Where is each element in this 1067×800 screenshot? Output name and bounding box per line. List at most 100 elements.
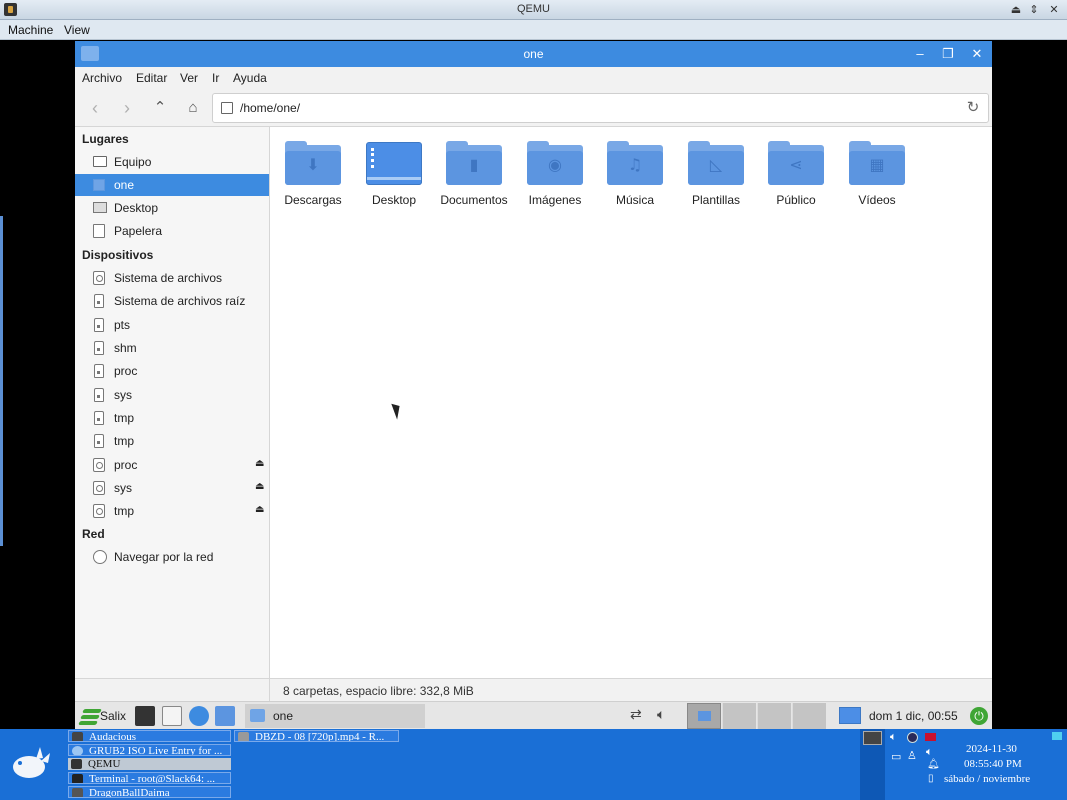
network-manager-icon[interactable]: [907, 732, 918, 743]
salix-menu-button[interactable]: Salix: [100, 709, 126, 723]
user-icon[interactable]: ♙: [907, 749, 917, 762]
display-icon[interactable]: ▭: [891, 750, 901, 763]
qemu-titlebar: QEMU ⏏ ⇕ ✕: [0, 0, 1067, 20]
sidebar-item-desktop[interactable]: Desktop: [75, 197, 269, 219]
workspace-2[interactable]: [722, 703, 756, 729]
host-clock-date[interactable]: 2024-11-30: [966, 743, 1017, 755]
sidebar-item-sistema-raiz[interactable]: Sistema de archivos raíz: [75, 290, 269, 312]
sidebar-item-sys[interactable]: sys: [75, 384, 269, 406]
sidebar-heading-dispositivos: Dispositivos: [82, 248, 154, 262]
shade-icon[interactable]: ⏏: [1008, 2, 1024, 18]
host-taskbar: Audacious GRUB2 ISO Live Entry for ... Q…: [0, 729, 1067, 800]
host-task-label: QEMU: [88, 758, 121, 770]
sidebar-item-proc-mounted[interactable]: proc ⏏: [75, 454, 269, 476]
clipboard-icon[interactable]: ▯: [928, 773, 934, 784]
sidebar-item-tmp-mounted[interactable]: tmp ⏏: [75, 500, 269, 522]
music-folder-icon: ♫: [607, 139, 663, 185]
host-task-video-player[interactable]: DBZD - 08 [720p].mp4 - R...: [234, 730, 399, 742]
menubar: Archivo Editar Ver Ir Ayuda: [75, 67, 992, 89]
back-button[interactable]: ‹: [82, 95, 108, 121]
workspace-1[interactable]: [687, 703, 721, 729]
eject-icon[interactable]: ⏏: [255, 504, 264, 515]
eject-icon[interactable]: ⏏: [255, 458, 264, 469]
guest-clock[interactable]: dom 1 dic, 00:55: [869, 709, 958, 723]
sidebar-item-pts[interactable]: pts: [75, 314, 269, 336]
sidebar-item-label: Navegar por la red: [114, 550, 214, 564]
minimize-icon[interactable]: –: [911, 45, 929, 63]
host-task-grub-browser[interactable]: GRUB2 ISO Live Entry for ...: [68, 744, 231, 756]
workspace-3[interactable]: [757, 703, 791, 729]
maximize-icon[interactable]: ⇕: [1026, 2, 1042, 18]
show-desktop-icon[interactable]: [1052, 732, 1062, 740]
sidebar-item-tmp[interactable]: tmp: [75, 407, 269, 429]
qemu-menu-machine[interactable]: Machine: [8, 23, 53, 37]
qemu-window-title: QEMU: [517, 3, 550, 15]
folder-publico[interactable]: ⋖ Público: [760, 139, 832, 219]
network-icon: [93, 550, 107, 564]
sidebar-item-equipo[interactable]: Equipo: [75, 151, 269, 173]
sidebar-item-tmp[interactable]: tmp: [75, 430, 269, 452]
folder-plantillas[interactable]: ◺ Plantillas: [680, 139, 752, 219]
pager-workspace-1[interactable]: [863, 731, 882, 745]
folder-desktop[interactable]: Desktop: [358, 139, 430, 219]
file-view[interactable]: ⬇ Descargas Desktop ▮ Documentos ◉ Imáge…: [270, 127, 992, 678]
volume-icon[interactable]: 🔈︎: [657, 706, 665, 723]
sidebar-item-navegar-red[interactable]: Navegar por la red: [75, 546, 269, 568]
folder-descargas[interactable]: ⬇ Descargas: [277, 139, 349, 219]
sidebar-item-sistema-de-archivos[interactable]: Sistema de archivos: [75, 267, 269, 289]
up-button[interactable]: ⌃: [147, 95, 173, 121]
folder-videos[interactable]: ▦ Vídeos: [841, 139, 913, 219]
salix-logo-icon[interactable]: [78, 707, 102, 725]
reload-icon[interactable]: ↻: [964, 99, 982, 117]
qemu-menu-view[interactable]: View: [64, 23, 90, 37]
text-editor-launcher-icon[interactable]: [162, 706, 182, 726]
menu-ver[interactable]: Ver: [180, 71, 198, 85]
network-transfer-icon[interactable]: ⇄: [630, 706, 642, 723]
sidebar-item-one[interactable]: one: [75, 174, 269, 196]
home-button[interactable]: ⌂: [180, 95, 206, 121]
close-icon[interactable]: ✕: [968, 45, 986, 63]
close-icon[interactable]: ✕: [1046, 2, 1062, 18]
sidebar-item-sys-mounted[interactable]: sys ⏏: [75, 477, 269, 499]
host-clock-time[interactable]: 08:55:40 PM: [964, 758, 1022, 770]
window-titlebar[interactable]: one – ❐ ✕: [75, 41, 992, 67]
file-manager-launcher-icon[interactable]: [215, 706, 235, 726]
sidebar-item-label: Papelera: [114, 224, 163, 238]
menu-ir[interactable]: Ir: [212, 71, 219, 85]
menu-ayuda[interactable]: Ayuda: [233, 71, 267, 85]
host-pager[interactable]: [860, 729, 885, 800]
power-icon[interactable]: ⏻: [970, 707, 988, 725]
usb-drive-icon: [94, 318, 104, 332]
sidebar-item-papelera[interactable]: Papelera: [75, 220, 269, 242]
menu-archivo[interactable]: Archivo: [82, 71, 122, 85]
host-clock-day[interactable]: sábado / noviembre: [944, 773, 1030, 785]
location-path[interactable]: /home/one/: [240, 101, 300, 115]
forward-button[interactable]: ›: [114, 95, 140, 121]
folder-musica[interactable]: ♫ Música: [599, 139, 671, 219]
xfce-mouse-logo-icon[interactable]: [10, 745, 52, 781]
location-bar[interactable]: /home/one/ ↻: [212, 93, 989, 123]
terminal-launcher-icon[interactable]: [135, 706, 155, 726]
host-task-qemu[interactable]: QEMU: [68, 758, 231, 770]
window-title: one: [523, 47, 544, 61]
folder-documentos[interactable]: ▮ Documentos: [438, 139, 510, 219]
speaker-icon[interactable]: 🔈︎: [926, 746, 933, 759]
host-task-terminal[interactable]: Terminal - root@Slack64: ...: [68, 772, 231, 784]
host-task-audacious[interactable]: Audacious: [68, 730, 231, 742]
folder-imagenes[interactable]: ◉ Imágenes: [519, 139, 591, 219]
sidebar-item-proc[interactable]: proc: [75, 360, 269, 382]
host-task-dragonballdaima[interactable]: DragonBallDaima: [68, 786, 231, 798]
browser-launcher-icon[interactable]: [189, 706, 209, 726]
volume-icon[interactable]: 🔈︎: [890, 731, 897, 744]
document-folder-icon: ▮: [446, 139, 502, 185]
show-desktop-icon[interactable]: [839, 707, 861, 724]
sidebar-item-shm[interactable]: shm: [75, 337, 269, 359]
workspace-4[interactable]: [792, 703, 826, 729]
eject-icon[interactable]: ⏏: [255, 481, 264, 492]
menu-editar[interactable]: Editar: [136, 71, 167, 85]
notification-bell-icon[interactable]: 🔔︎: [927, 759, 940, 770]
sidebar-item-label: shm: [114, 341, 137, 355]
taskbar-item-one[interactable]: one: [245, 704, 425, 728]
maximize-icon[interactable]: ❐: [939, 45, 957, 63]
keyboard-layout-flag-icon[interactable]: [925, 733, 936, 741]
